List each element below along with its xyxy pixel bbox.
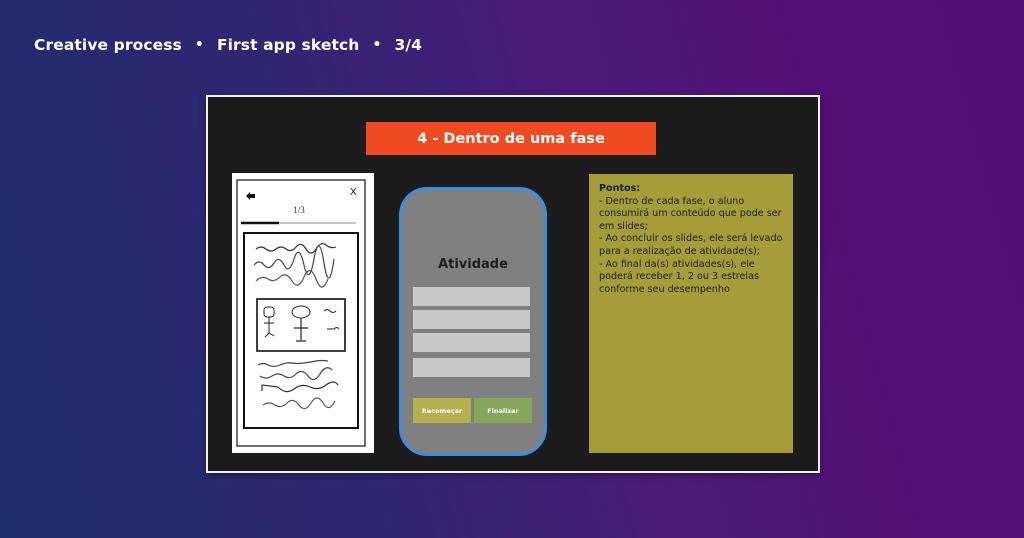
close-icon: X — [350, 187, 357, 198]
answer-field-1[interactable] — [413, 287, 530, 306]
breadcrumb-separator: • — [372, 37, 382, 53]
wireframe-sketch: X 1/3 — [232, 173, 374, 453]
phone-mockup: Atividade Recomeçar Finalizar — [399, 187, 547, 456]
sketch-drawing — [236, 179, 366, 447]
activity-title: Atividade — [438, 257, 508, 272]
notes-title: Pontos: — [599, 183, 641, 194]
notes-panel: Pontos: - Dentro de cada fase, o aluno c… — [589, 174, 793, 453]
breadcrumb-item-first-app-sketch: First app sketch — [216, 36, 360, 54]
breadcrumb: Creative process • First app sketch • 3/… — [34, 34, 422, 56]
slide-image: 4 - Dentro de uma fase X 1/3 Atividade R… — [206, 95, 820, 473]
notes-line: - Ao final da(s) atividades(s), ele pode… — [599, 258, 759, 295]
answer-field-3[interactable] — [413, 333, 530, 352]
finish-button[interactable]: Finalizar — [474, 398, 532, 423]
answer-field-4[interactable] — [413, 358, 530, 377]
sketch-step-counter: 1/3 — [293, 205, 305, 215]
slide-title: 4 - Dentro de uma fase — [366, 122, 656, 155]
restart-button[interactable]: Recomeçar — [413, 398, 471, 423]
answer-field-2[interactable] — [413, 310, 530, 329]
page-counter: 3/4 — [394, 36, 423, 54]
notes-line: - Dentro de cada fase, o aluno consumirá… — [599, 195, 782, 232]
arrow-left-icon — [246, 192, 255, 200]
breadcrumb-item-creative-process: Creative process — [34, 36, 182, 54]
notes-line: - Ao concluir os slides, ele será levado… — [599, 233, 783, 257]
breadcrumb-separator: • — [194, 37, 204, 53]
